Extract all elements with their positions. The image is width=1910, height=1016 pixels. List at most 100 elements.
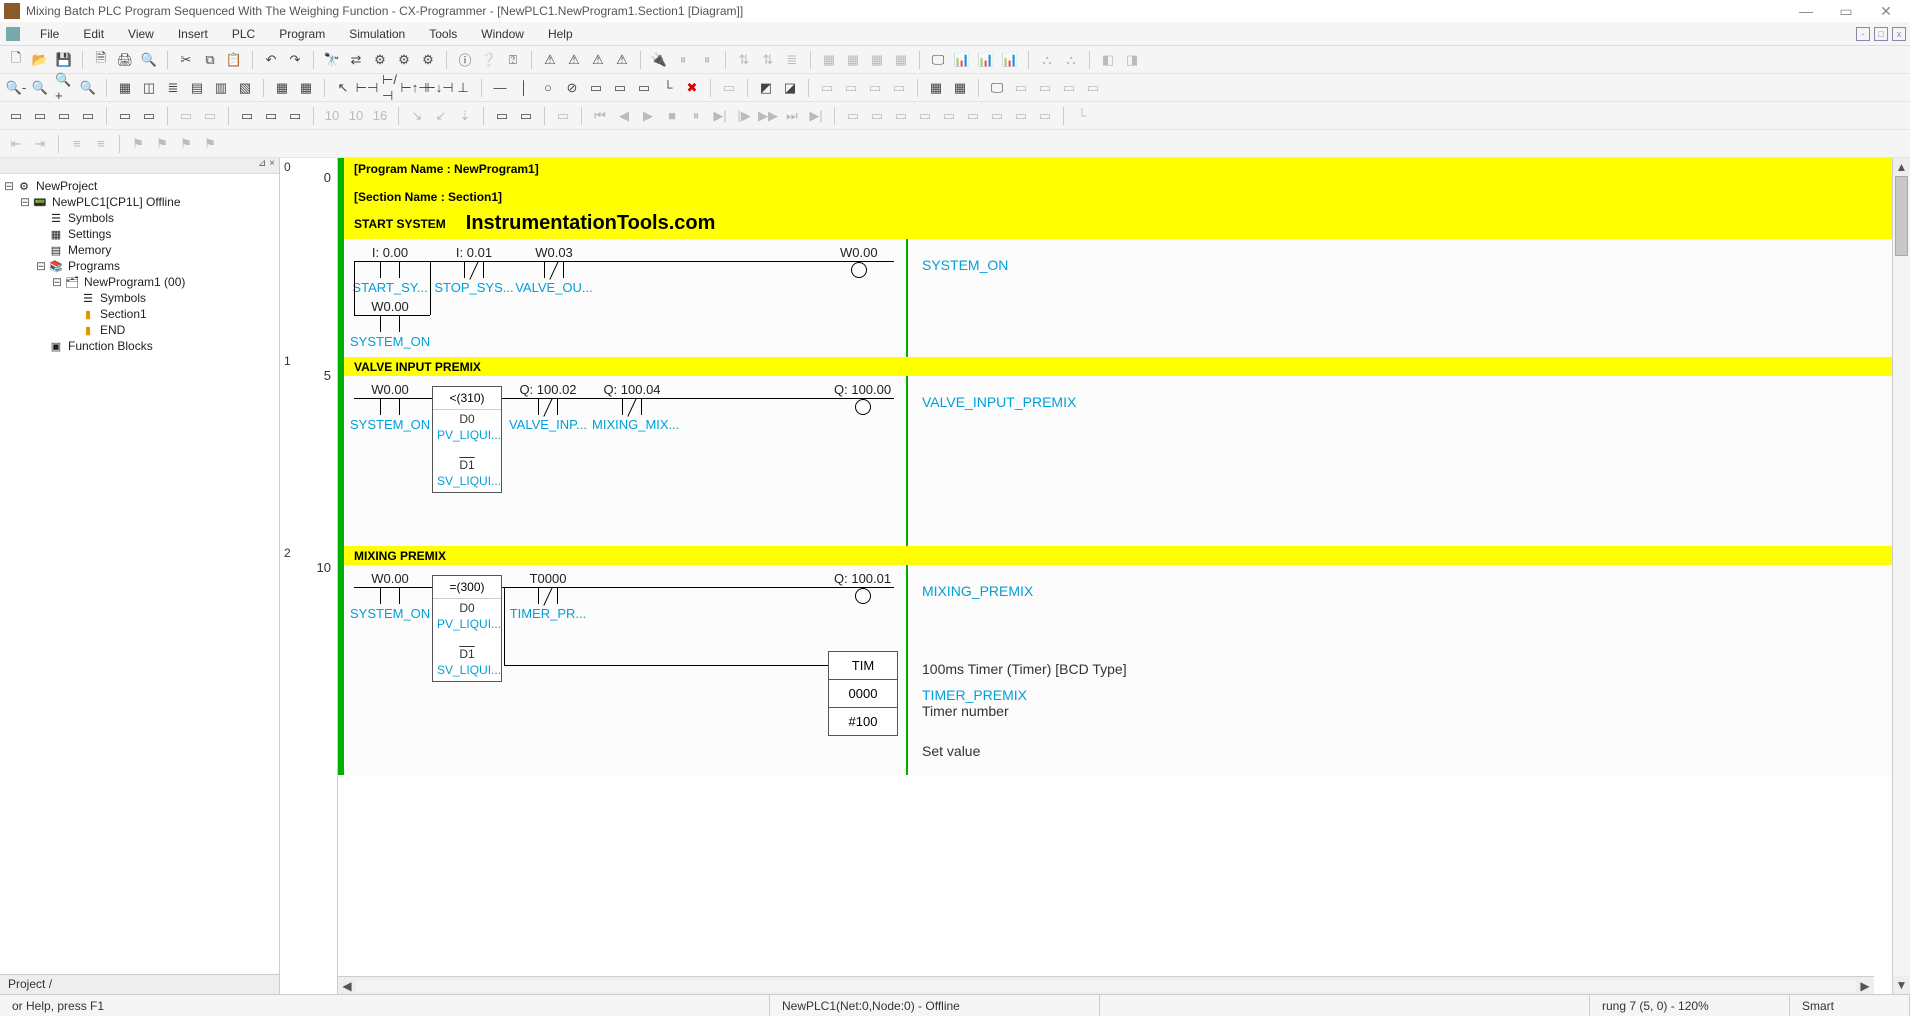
tool-icon[interactable]: └ [1072,106,1092,126]
tool-icon[interactable]: ▭ [963,106,983,126]
contact-start-sys[interactable]: I: 0.00 START_SY... [350,245,430,295]
pause-icon[interactable]: ⏸ [673,50,693,70]
new-icon[interactable]: 🗋 [6,50,26,70]
tree-settings[interactable]: ▦Settings [2,226,277,242]
list-icon[interactable]: ≣ [163,78,183,98]
menu-view[interactable]: View [116,25,166,43]
menu-insert[interactable]: Insert [166,25,220,43]
tool-icon[interactable]: ◨ [1122,50,1142,70]
warning-icon[interactable]: ⚠ [540,50,560,70]
context-help-icon[interactable]: ⍰ [503,50,523,70]
func-icon[interactable]: ▭ [634,78,654,98]
online-icon[interactable]: 🔌 [649,50,669,70]
pointer-icon[interactable]: ↖ [333,78,353,98]
arrow-icon[interactable]: ⇣ [455,106,475,126]
contact-nc-icon[interactable]: ⊢/⊣ [381,78,401,98]
tree-tab-project[interactable]: Project / [0,974,279,994]
tool-icon[interactable]: ▭ [553,106,573,126]
replace-icon[interactable]: ⇄ [346,50,366,70]
tool-icon[interactable]: ⚙ [394,50,414,70]
tool-icon[interactable]: ▭ [1083,78,1103,98]
binoculars-icon[interactable]: 🔭 [322,50,342,70]
tool-icon[interactable]: ◩ [756,78,776,98]
stop-icon[interactable]: ■ [662,106,682,126]
contact-system-on[interactable]: W0.00 SYSTEM_ON [350,382,430,432]
tool-icon[interactable]: ▭ [237,106,257,126]
delete-icon[interactable]: ✖ [682,78,702,98]
next-icon[interactable]: ▶| [710,106,730,126]
menu-window[interactable]: Window [469,25,536,43]
view-icon[interactable]: ▥ [211,78,231,98]
view-icon[interactable]: ▧ [235,78,255,98]
tool-icon[interactable]: ▭ [261,106,281,126]
undo-icon[interactable]: ↶ [261,50,281,70]
close-button[interactable]: ✕ [1866,3,1906,20]
ladder-editor[interactable]: [Program Name : NewProgram1] [Section Na… [338,158,1892,994]
vline-icon[interactable]: │ [514,78,534,98]
tree-program[interactable]: ⊟🗂NewProgram1 (00) [2,274,277,290]
tool-icon[interactable]: ▭ [867,106,887,126]
tool-icon[interactable]: ▭ [987,106,1007,126]
compare-equal-block[interactable]: =(300) D0 PV_LIQUI... D1 SV_LIQUI... [432,575,502,682]
pause-icon[interactable]: ⏸ [697,50,717,70]
flag-icon[interactable]: ⚑ [200,134,220,154]
cut-icon[interactable]: ✂ [176,50,196,70]
help-icon[interactable]: ❔ [479,50,499,70]
tree-end[interactable]: ▮END [2,322,277,338]
line-icon[interactable]: └ [658,78,678,98]
coil-icon[interactable]: ○ [538,78,558,98]
mode-icon[interactable]: ▦ [867,50,887,70]
zoom-in-icon[interactable]: 🔍+ [54,78,74,98]
v-scrollbar[interactable]: ▲ ▼ [1892,158,1910,994]
func-icon[interactable]: ▭ [586,78,606,98]
h-scroll-track[interactable] [356,980,1856,992]
chart-icon[interactable]: 📊 [952,50,972,70]
tool-icon[interactable]: ▭ [891,106,911,126]
contact-valve-inp[interactable]: Q: 100.02 VALVE_INP... [508,382,588,432]
maximize-button[interactable]: ▭ [1826,3,1866,20]
tool-icon[interactable]: ▭ [889,78,909,98]
h-scrollbar[interactable]: ◀ ▶ [338,976,1874,994]
flag-icon[interactable]: ⚑ [128,134,148,154]
net-icon[interactable]: ⛬ [1037,50,1057,70]
compare-icon[interactable]: ≣ [782,50,802,70]
tool-icon[interactable]: ▭ [78,106,98,126]
v-scroll-track[interactable] [1893,176,1910,976]
timer-block[interactable]: TIM 0000 #100 [828,651,898,736]
tree-programs[interactable]: ⊟📚Programs [2,258,277,274]
tool-icon[interactable]: ▭ [841,78,861,98]
contact-n-icon[interactable]: ⊢↓⊣ [429,78,449,98]
indent-icon[interactable]: ⇤ [6,134,26,154]
tool-icon[interactable]: ◪ [780,78,800,98]
open-icon[interactable]: 📂 [30,50,50,70]
info-icon[interactable]: ⓘ [455,50,475,70]
scroll-left-icon[interactable]: ◀ [338,979,356,993]
print-preview-icon[interactable]: 🗎 [91,50,111,70]
contact-system-on[interactable]: W0.00 SYSTEM_ON [350,571,430,621]
tool-icon[interactable]: ▭ [285,106,305,126]
chart-icon[interactable]: 📊 [1000,50,1020,70]
table-icon[interactable]: ▦ [272,78,292,98]
monitor-icon[interactable]: 🖵 [987,78,1007,98]
tool-icon[interactable]: ▭ [115,106,135,126]
redo-icon[interactable]: ↷ [285,50,305,70]
contact-p-icon[interactable]: ⊢↑⊣ [405,78,425,98]
net-icon[interactable]: ⛬ [1061,50,1081,70]
save-icon[interactable]: 💾 [54,50,74,70]
func-icon[interactable]: ▭ [610,78,630,98]
tool-icon[interactable]: ▦ [926,78,946,98]
prev-icon[interactable]: ◀ [614,106,634,126]
zoom-fit-icon[interactable]: 🔍 [30,78,50,98]
tool-icon[interactable]: ▭ [1035,78,1055,98]
tool-icon[interactable]: ▭ [1059,78,1079,98]
mode-icon[interactable]: ▦ [819,50,839,70]
coil-valve-input-premix[interactable]: Q: 100.00 [834,382,891,417]
tree-prog-symbols[interactable]: ☰Symbols [2,290,277,306]
align-icon[interactable]: ≡ [67,134,87,154]
tree-function-blocks[interactable]: ▣Function Blocks [2,338,277,354]
indent-icon[interactable]: ⇥ [30,134,50,154]
branch-icon[interactable]: ⊥ [453,78,473,98]
flag-icon[interactable]: ⚑ [176,134,196,154]
arrow-icon[interactable]: ↘ [407,106,427,126]
menu-plc[interactable]: PLC [220,25,267,43]
